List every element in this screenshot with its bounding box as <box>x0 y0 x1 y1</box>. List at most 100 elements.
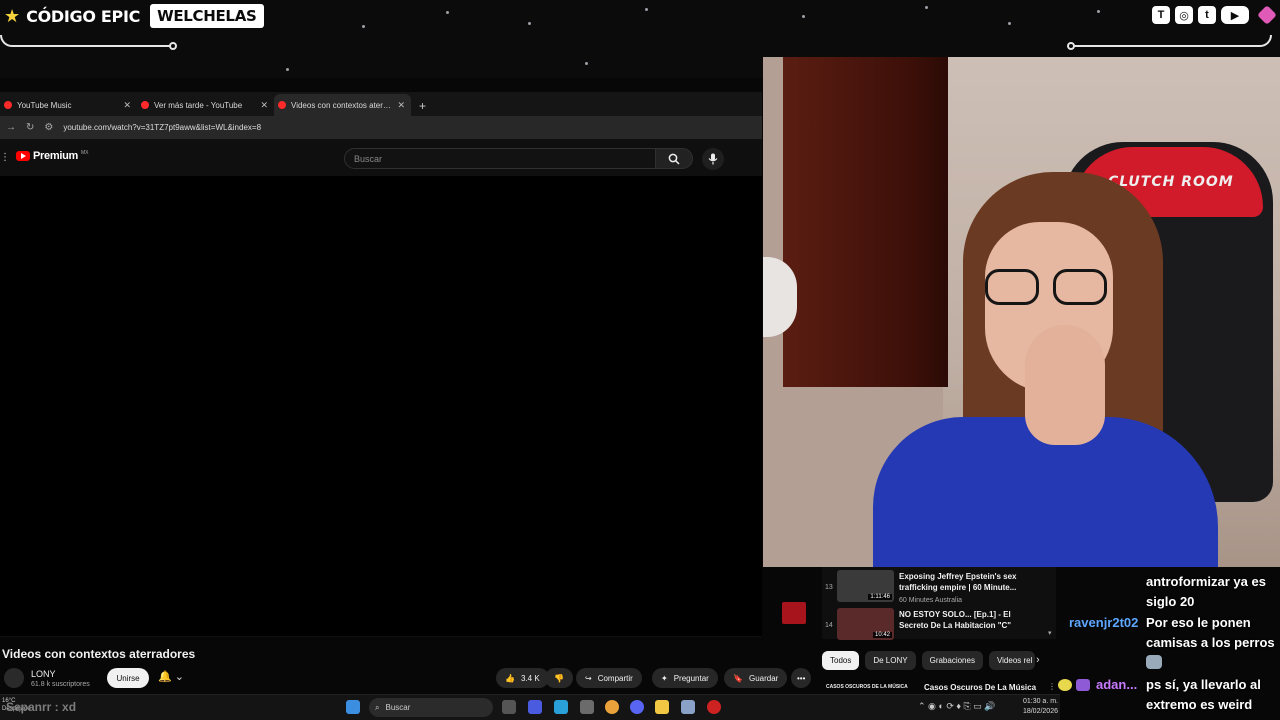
video-player[interactable] <box>0 176 762 636</box>
obs-icon[interactable] <box>707 700 721 714</box>
close-icon[interactable]: ✕ <box>397 100 405 111</box>
thumbs-down-icon: 👎 <box>554 673 564 683</box>
chevron-down-icon[interactable]: ▾ <box>1048 629 1052 637</box>
join-button[interactable]: Unirse <box>107 668 149 688</box>
star-decoration <box>362 25 365 28</box>
taskbar-search-label: Buscar <box>385 703 411 712</box>
social-icons: T ◎ t ▶ <box>1152 5 1277 25</box>
chat-username: adan... <box>1096 677 1138 692</box>
webcam-door <box>783 57 948 387</box>
playlist-video-title[interactable]: NO ESTOY SOLO... [Ep.1] - El Secreto De … <box>899 609 1039 631</box>
taskbar-clock[interactable]: 01:30 a. m. 18/02/2026 <box>1018 697 1058 717</box>
clock-date: 18/02/2026 <box>1022 708 1058 715</box>
forward-arrow-icon[interactable]: → <box>6 122 16 133</box>
like-count: 3.4 K <box>520 673 540 683</box>
chair-logo-text: CLUTCH ROOM <box>1108 174 1234 190</box>
app-icon[interactable] <box>681 700 695 714</box>
bookmark-icon: 🔖 <box>733 673 743 683</box>
youtube-premium-logo[interactable]: Premium MX <box>16 150 88 162</box>
more-actions-button[interactable]: ••• <box>791 668 812 688</box>
logo-text: Premium <box>33 150 78 162</box>
playlist-item[interactable]: 14 10:42 NO ESTOY SOLO... [Ep.1] - El Se… <box>822 605 1056 640</box>
chip-from-channel[interactable]: De LONY <box>865 651 916 670</box>
notification-bell-icon[interactable]: 🔔 ⌄ <box>158 670 184 683</box>
url-field[interactable]: youtube.com/watch?v=31TZ7pt9aww&list=WL&… <box>63 123 261 132</box>
filter-chips: Todos De LONY Grabaciones Videos rel <box>822 651 1035 670</box>
ask-label: Preguntar <box>673 673 709 683</box>
chat-message-text: ps sí, ya llevarlo al <box>1146 677 1261 692</box>
dislike-button[interactable]: 👎 <box>545 668 573 688</box>
save-button[interactable]: 🔖 Guardar <box>724 668 788 688</box>
search-input[interactable]: Buscar <box>344 148 656 169</box>
like-button[interactable]: 👍 3.4 K <box>496 668 549 688</box>
youtube-music-favicon-icon <box>4 101 12 109</box>
ghost-chat-message: Sepanrr : xd <box>6 700 77 714</box>
taskbar-search[interactable]: ⌕ Buscar <box>369 698 493 717</box>
microphone-icon <box>708 153 718 165</box>
settings-icon[interactable] <box>580 700 594 714</box>
share-label: Compartir <box>597 673 633 683</box>
playlist-panel: 13 1:11:46 Exposing Jeffrey Epstein's se… <box>822 567 1056 640</box>
overlay-line-right <box>1072 35 1272 47</box>
youtube-icon: ▶ <box>1221 6 1249 24</box>
stream-canvas: ★ CÓDIGO EPIC WELCHELAS T ◎ t ▶ YouTube … <box>0 0 1280 720</box>
video-duration: 10:42 <box>872 632 892 638</box>
voice-search-button[interactable] <box>702 148 724 170</box>
search-button[interactable] <box>655 148 693 169</box>
task-view-icon[interactable] <box>502 700 516 714</box>
star-decoration <box>1008 22 1011 25</box>
reload-icon[interactable]: ↻ <box>26 122 34 133</box>
chip-recordings[interactable]: Grabaciones <box>921 651 983 670</box>
instagram-icon: ◎ <box>1175 6 1193 24</box>
playlist-channel: 60 Minutes Australia <box>899 597 963 604</box>
playlist-video-title[interactable]: Exposing Jeffrey Epstein's sex trafficki… <box>899 571 1039 593</box>
chrome-icon[interactable] <box>605 700 619 714</box>
playlist-thumbnail[interactable]: 10:42 <box>837 608 894 640</box>
ask-button[interactable]: ✦ Preguntar <box>652 668 718 688</box>
discord-icon[interactable] <box>630 700 644 714</box>
share-button[interactable]: ↪ Compartir <box>576 668 642 688</box>
recommended-thumbnail-text: CASOS OSCUROS DE LA MÚSICA <box>826 684 908 690</box>
close-icon[interactable]: ✕ <box>123 100 131 111</box>
copilot-icon[interactable] <box>554 700 568 714</box>
file-explorer-icon[interactable] <box>655 700 669 714</box>
chevron-right-icon[interactable]: › <box>1036 654 1040 666</box>
badge-icon <box>1076 679 1090 691</box>
mini-thumbnail[interactable] <box>782 602 806 624</box>
app-icon[interactable] <box>528 700 542 714</box>
site-settings-icon[interactable]: ⚙ <box>44 122 53 133</box>
tab-youtube-music[interactable]: YouTube Music ✕ <box>0 94 137 116</box>
brand-name-text: WELCHELAS <box>150 4 264 28</box>
more-vertical-icon[interactable]: ⋮ <box>1048 682 1056 691</box>
playlist-index: 14 <box>825 622 833 629</box>
close-icon[interactable]: ✕ <box>260 100 268 111</box>
tab-title: Ver más tarde - YouTube <box>154 100 243 110</box>
windows-start-icon[interactable] <box>346 700 360 714</box>
star-decoration <box>528 22 531 25</box>
share-icon: ↪ <box>585 673 592 683</box>
channel-name[interactable]: LONY <box>31 669 56 679</box>
star-decoration <box>925 6 928 9</box>
more-icon: ••• <box>797 673 806 683</box>
playlist-thumbnail[interactable]: 1:11:46 <box>837 570 894 602</box>
logo-region: MX <box>80 150 89 156</box>
star-icon: ★ <box>4 6 21 26</box>
new-tab-plus-icon[interactable]: + <box>411 99 434 116</box>
tab-watch-later[interactable]: Ver más tarde - YouTube ✕ <box>137 94 274 116</box>
system-tray-icons[interactable]: ⌃ ◉ ◐ ⟳ ♦ ⎘ ▭ 🔊 <box>918 701 995 712</box>
webcam-feed: CLUTCH ROOM <box>763 57 1280 567</box>
chip-all[interactable]: Todos <box>822 651 860 670</box>
browser-window: YouTube Music ✕ Ver más tarde - YouTube … <box>0 92 762 637</box>
tab-current-video[interactable]: Videos con contextos aterradores ✕ <box>274 94 411 116</box>
twitch-icon: T <box>1152 6 1170 24</box>
chip-related[interactable]: Videos rel <box>988 651 1035 670</box>
video-title: Videos con contextos aterradores <box>2 647 196 661</box>
tab-bar: YouTube Music ✕ Ver más tarde - YouTube … <box>0 92 762 116</box>
playlist-item[interactable]: 13 1:11:46 Exposing Jeffrey Epstein's se… <box>822 567 1056 604</box>
channel-avatar[interactable] <box>4 668 24 688</box>
star-decoration <box>1097 10 1100 13</box>
menu-icon[interactable]: ⋮ <box>0 152 10 163</box>
recommended-title: Casos Oscuros De La Música <box>924 683 1037 692</box>
video-duration: 1:11:46 <box>868 594 892 600</box>
star-decoration <box>802 15 805 18</box>
